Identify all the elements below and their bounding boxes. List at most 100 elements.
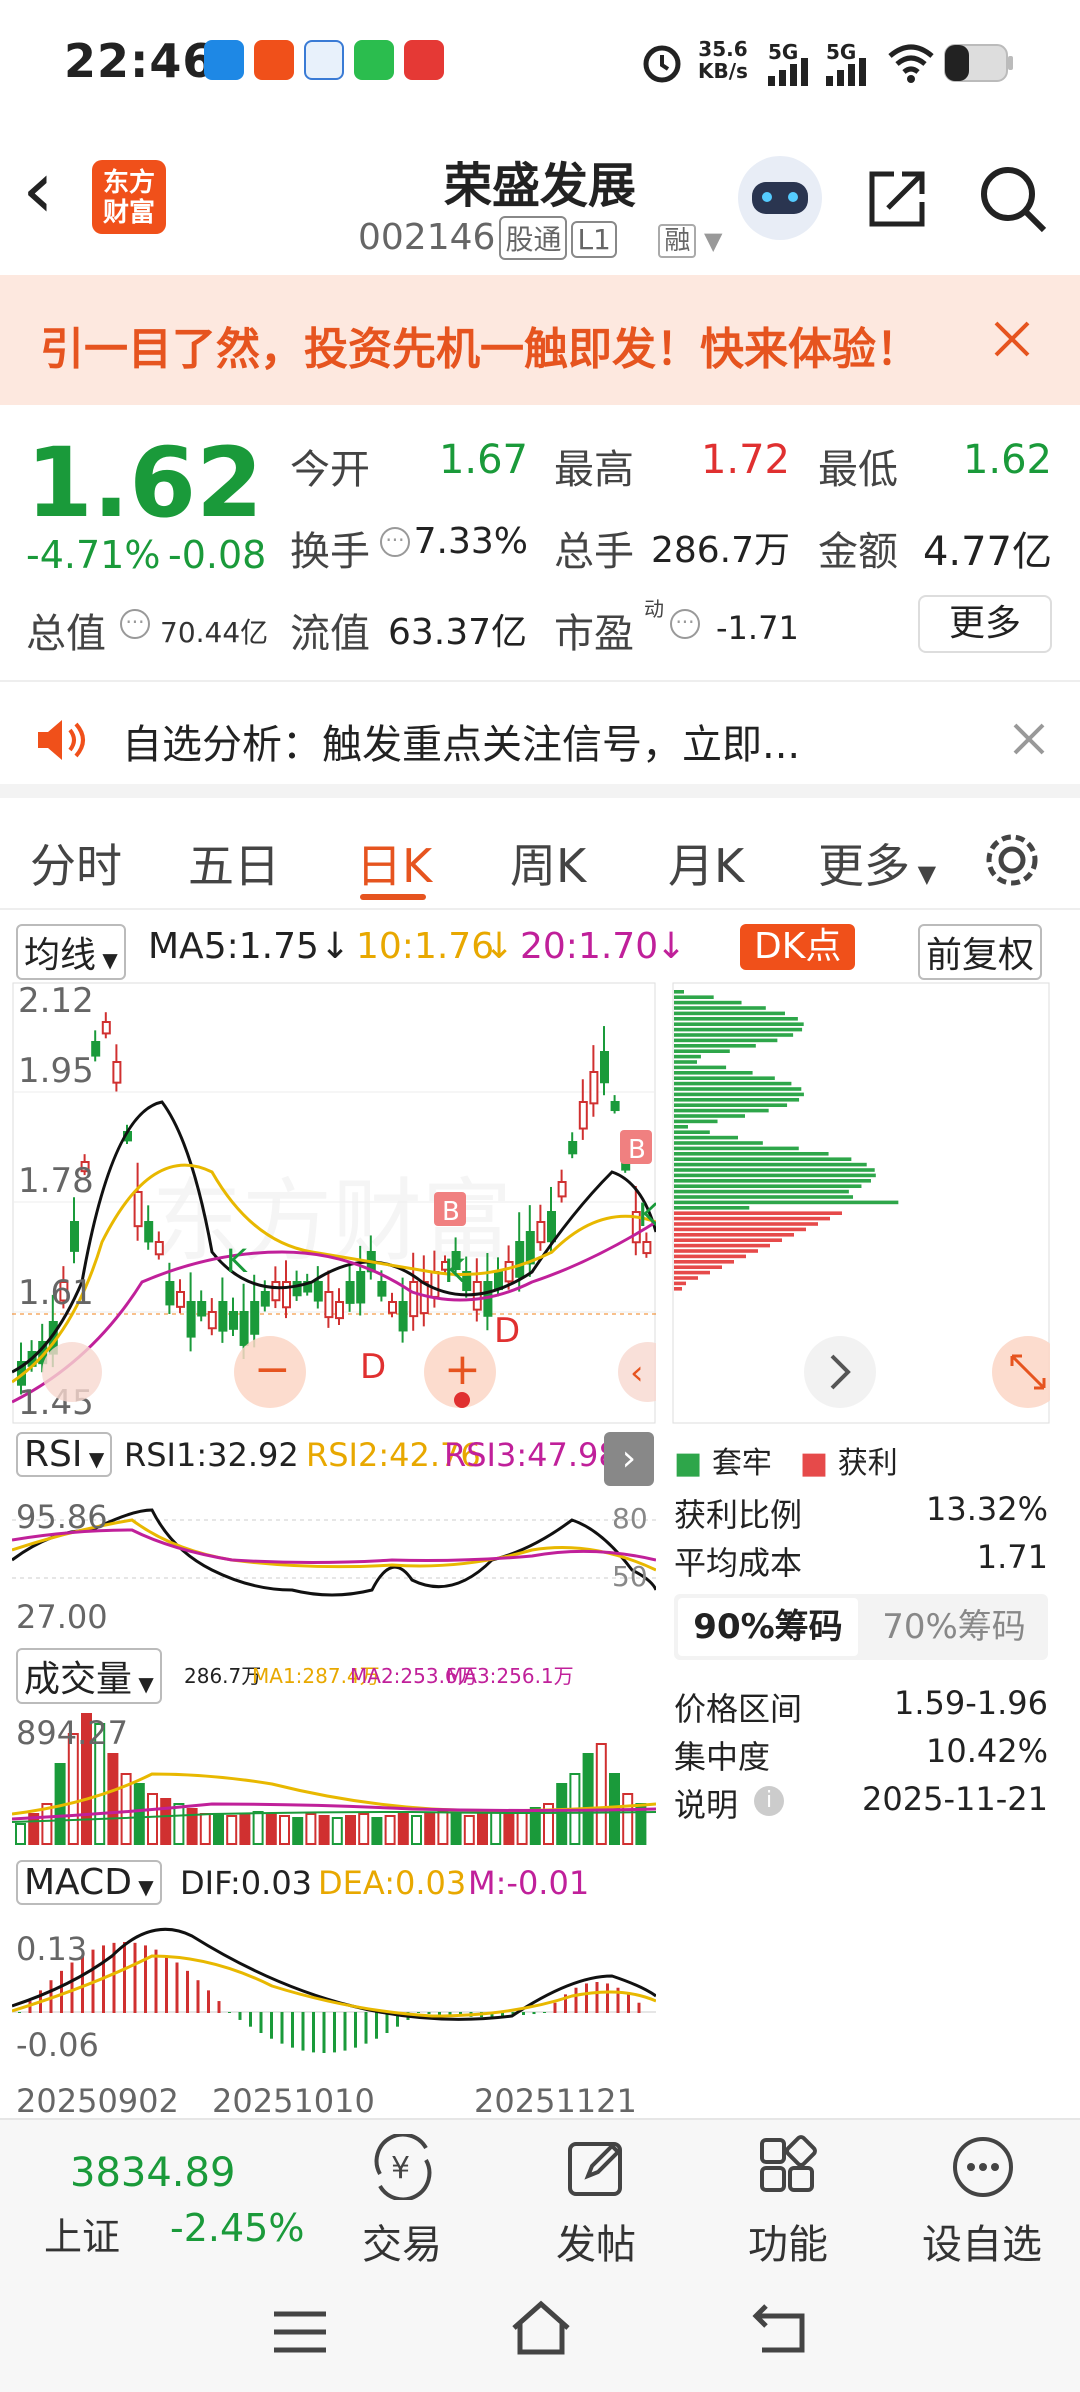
chip-concentration-value: 10.42% — [925, 1732, 1048, 1770]
promo-banner[interactable]: 引一目了然，投资先机一触即发！快来体验！ — [0, 275, 1080, 405]
nav-trade-label: 交易 — [362, 2222, 442, 2268]
app-notification-icon — [304, 40, 344, 80]
volume-bar — [160, 1798, 172, 1845]
candle-body — [70, 1221, 79, 1252]
adjust-button[interactable]: 前复权 — [918, 924, 1043, 980]
tab-daily-k[interactable]: 日K — [356, 830, 432, 896]
macd-bar — [18, 2012, 21, 2013]
tab-5day[interactable]: 五日 — [188, 830, 280, 896]
ma20-arrow: ↓ — [656, 926, 687, 967]
volume-selector[interactable]: 成交量 ▼ — [16, 1648, 162, 1704]
macd-selector-label: MACD — [24, 1862, 132, 1903]
dk-point-button[interactable]: DK点 — [740, 924, 856, 970]
macd-top-label: 0.13 — [16, 1930, 87, 1968]
tab-monthly-k[interactable]: 月K — [668, 830, 744, 896]
macd-bar — [144, 1945, 147, 2013]
tab-more-label: 更多 — [818, 839, 910, 893]
scroll-left-button[interactable] — [42, 1342, 102, 1402]
tab-weekly-k[interactable]: 周K — [510, 830, 586, 896]
info-icon[interactable]: i — [754, 1786, 784, 1816]
candlestick-chart[interactable]: 东方财富 2.12 1.95 1.78 1.61 1.45 B B K K K … — [12, 982, 656, 1424]
candle-body — [610, 1101, 620, 1112]
status-bar: 22:46 35.6 KB/s 5G 5G — [0, 0, 1080, 130]
home-icon[interactable] — [508, 2298, 574, 2358]
ma-selector[interactable]: 均线 ▼ — [16, 924, 126, 980]
chip-bar — [674, 1216, 830, 1221]
menu-icon[interactable] — [272, 2310, 328, 2354]
candle-body — [557, 1181, 567, 1198]
info-dots-icon[interactable]: ··· — [380, 527, 410, 557]
stock-header: ‹ 东方 财富 荣盛发展 002146 股通 L1 融 ▼ — [0, 130, 1080, 275]
rsi3-value: RSI3:47.98 — [444, 1436, 619, 1474]
chip-bar — [674, 1114, 745, 1118]
candle-body — [589, 1071, 599, 1105]
share-icon[interactable] — [864, 166, 930, 232]
chip-price-range-label: 价格区间 — [674, 1690, 803, 1728]
tab-90-chips[interactable]: 90%筹码 — [678, 1598, 858, 1656]
candle-body — [101, 1021, 111, 1035]
tag-margin[interactable]: 融 — [658, 224, 697, 258]
rsi-selector-label: RSI — [24, 1434, 83, 1475]
macd-bar — [259, 2012, 263, 2033]
volume-bar — [463, 1815, 475, 1845]
volume-bar — [516, 1809, 528, 1845]
volume-bar — [133, 1783, 145, 1845]
chip-bar — [674, 990, 684, 994]
app-notification-icon — [204, 40, 244, 80]
more-button[interactable]: 更多 — [918, 595, 1052, 653]
chip-bar — [674, 1054, 701, 1059]
k-signal-marker: K — [638, 1196, 656, 1234]
amount-label: 金额 — [818, 529, 898, 575]
info-dots-icon[interactable]: ··· — [120, 609, 150, 639]
chip-bar — [674, 1130, 710, 1134]
chip-bar — [674, 1233, 794, 1237]
close-icon[interactable] — [992, 319, 1032, 359]
analysis-notice[interactable]: 自选分析：触发重点关注信号，立即... — [0, 680, 1080, 798]
macd-bar — [175, 1962, 179, 2013]
change-amount: -0.08 — [168, 533, 267, 577]
chip-bar — [674, 1011, 785, 1016]
rsi-indicator-bar: RSI ▼ RSI1:32.92 RSI2:42.76 RSI3:47.98 › — [16, 1432, 656, 1486]
high-value: 1.72 — [700, 437, 790, 483]
settings-gear-icon[interactable] — [980, 828, 1044, 892]
tab-more[interactable]: 更多 ▼ — [818, 830, 936, 896]
candle-body — [388, 1301, 397, 1314]
tab-70-chips[interactable]: 70%筹码 — [864, 1598, 1044, 1656]
d-signal-marker: D — [494, 1311, 520, 1351]
ma5-arrow: ↓ — [320, 926, 351, 967]
chip-avg-cost-label: 平均成本 — [674, 1544, 803, 1582]
more-dots-icon — [953, 2137, 1013, 2197]
info-dots-icon[interactable]: ··· — [670, 609, 700, 639]
legend-profit: 获利 — [837, 1446, 898, 1481]
expand-arrow-button[interactable]: › — [604, 1432, 654, 1486]
chip-bar — [674, 1000, 742, 1005]
index-name[interactable]: 上证 — [44, 2206, 120, 2261]
candle-body — [568, 1141, 578, 1155]
tab-intraday[interactable]: 分时 — [30, 830, 122, 896]
chip-bar — [674, 1222, 818, 1226]
macd-selector[interactable]: MACD ▼ — [16, 1860, 162, 1905]
index-value[interactable]: 3834.89 — [70, 2150, 235, 2196]
close-icon[interactable] — [1012, 722, 1046, 756]
next-arrow-button[interactable] — [804, 1336, 876, 1408]
net-speed: 35.6 — [698, 37, 748, 61]
rsi-50-label: 50 — [612, 1560, 648, 1593]
macd-indicator-bar: MACD ▼ DIF:0.03 DEA:0.03 M:-0.01 — [16, 1860, 656, 1910]
candle-body — [229, 1311, 238, 1330]
chip-bar — [674, 1173, 876, 1178]
macd-bar — [165, 1955, 168, 2013]
search-icon[interactable] — [978, 164, 1048, 234]
chip-bar — [674, 1189, 849, 1194]
back-nav-icon[interactable] — [752, 2302, 812, 2354]
volume-bar — [305, 1813, 317, 1845]
candle-body — [313, 1281, 323, 1302]
chip-bar — [674, 1238, 782, 1242]
macd-bar — [217, 2001, 221, 2013]
volume-bar — [450, 1813, 462, 1845]
volume-bar — [411, 1815, 422, 1845]
volume-bar — [292, 1817, 304, 1845]
edit-post-icon — [568, 2142, 622, 2196]
ai-assistant-avatar[interactable] — [738, 156, 822, 240]
system-nav-bar — [0, 2270, 1080, 2392]
rsi-selector[interactable]: RSI ▼ — [16, 1432, 113, 1477]
